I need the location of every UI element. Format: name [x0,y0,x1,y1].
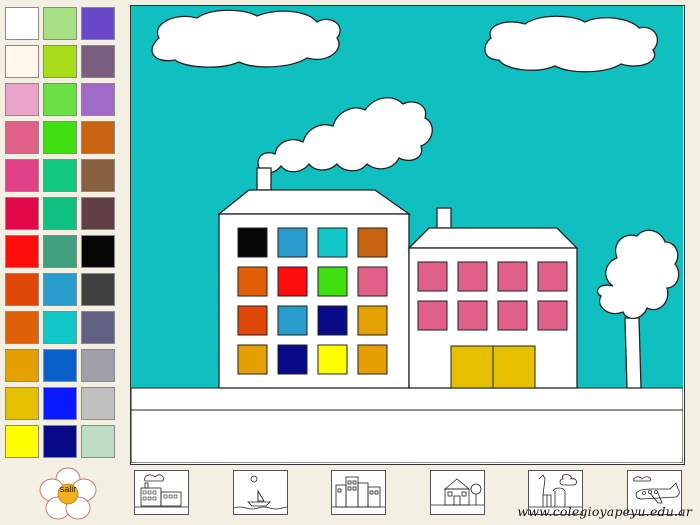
color-swatch[interactable] [43,311,77,344]
color-swatch[interactable] [81,159,115,192]
color-swatch[interactable] [43,387,77,420]
color-swatch[interactable] [43,273,77,306]
thumbnail-buildings[interactable] [331,470,386,515]
color-swatch[interactable] [5,159,39,192]
chimney[interactable] [256,167,272,191]
buildings-thumbnail-icon [332,471,385,514]
big-building-window[interactable] [317,266,348,297]
color-swatch[interactable] [43,159,77,192]
thumbnail-boat[interactable] [233,470,288,515]
exit-label: salir [59,484,77,494]
small-building-door-left[interactable] [450,345,494,389]
color-swatch[interactable] [5,235,39,268]
big-building-window[interactable] [237,305,268,336]
color-swatch[interactable] [43,121,77,154]
big-building-window[interactable] [277,227,308,258]
drawing-canvas[interactable] [130,5,685,465]
thumbnail-city[interactable] [134,470,189,515]
big-building-window[interactable] [277,266,308,297]
color-swatch[interactable] [43,45,77,78]
small-building-door-right[interactable] [492,345,536,389]
color-swatch[interactable] [5,45,39,78]
color-swatch[interactable] [81,121,115,154]
big-building-window[interactable] [357,344,388,375]
website-credit: www.colegioyapeyu.edu.ar [517,504,692,519]
small-building-window[interactable] [537,300,568,331]
big-building-window[interactable] [317,305,348,336]
cloud-left[interactable] [151,9,341,68]
boat-thumbnail-icon [234,471,287,514]
small-building-window[interactable] [457,300,488,331]
color-swatch[interactable] [5,349,39,382]
color-swatch[interactable] [43,197,77,230]
color-swatch[interactable] [5,83,39,116]
color-swatch[interactable] [5,121,39,154]
color-swatch[interactable] [5,273,39,306]
color-swatch[interactable] [43,425,77,458]
city-thumbnail-icon [135,471,188,514]
street-region[interactable] [131,409,683,463]
big-building-window[interactable] [357,227,388,258]
color-swatch[interactable] [81,45,115,78]
big-building-window[interactable] [237,266,268,297]
big-building-window[interactable] [317,227,348,258]
big-building-window[interactable] [237,344,268,375]
color-swatch[interactable] [81,235,115,268]
small-building-window[interactable] [497,261,528,292]
small-chimney[interactable] [436,207,452,229]
color-swatch[interactable] [81,273,115,306]
color-swatch[interactable] [81,197,115,230]
thumbnail-house[interactable] [430,470,485,515]
big-building-window[interactable] [357,305,388,336]
small-building-window[interactable] [497,300,528,331]
tree-trunk[interactable] [624,317,642,389]
color-swatch[interactable] [5,7,39,40]
ground-region[interactable] [131,387,683,411]
color-swatch[interactable] [81,83,115,116]
color-swatch[interactable] [5,425,39,458]
color-swatch[interactable] [81,311,115,344]
color-swatch[interactable] [43,7,77,40]
big-building-window[interactable] [237,227,268,258]
small-building-window[interactable] [417,261,448,292]
color-swatch[interactable] [43,349,77,382]
color-swatch[interactable] [81,387,115,420]
small-building-window[interactable] [417,300,448,331]
small-building-window[interactable] [537,261,568,292]
color-swatch[interactable] [43,235,77,268]
exit-button[interactable]: salir [38,466,98,522]
big-building-window[interactable] [357,266,388,297]
color-swatch[interactable] [81,7,115,40]
color-swatch[interactable] [81,425,115,458]
small-building-window[interactable] [457,261,488,292]
big-building-window[interactable] [317,344,348,375]
color-swatch[interactable] [5,387,39,420]
flower-icon [39,467,97,520]
big-building-window[interactable] [277,344,308,375]
color-swatch[interactable] [81,349,115,382]
big-building-roof[interactable] [217,189,412,215]
house-thumbnail-icon [431,471,484,514]
color-swatch[interactable] [5,197,39,230]
cloud-right[interactable] [484,15,658,73]
small-building-roof[interactable] [407,227,579,249]
color-swatch[interactable] [5,311,39,344]
color-swatch[interactable] [43,83,77,116]
big-building-window[interactable] [277,305,308,336]
color-palette [0,0,122,465]
